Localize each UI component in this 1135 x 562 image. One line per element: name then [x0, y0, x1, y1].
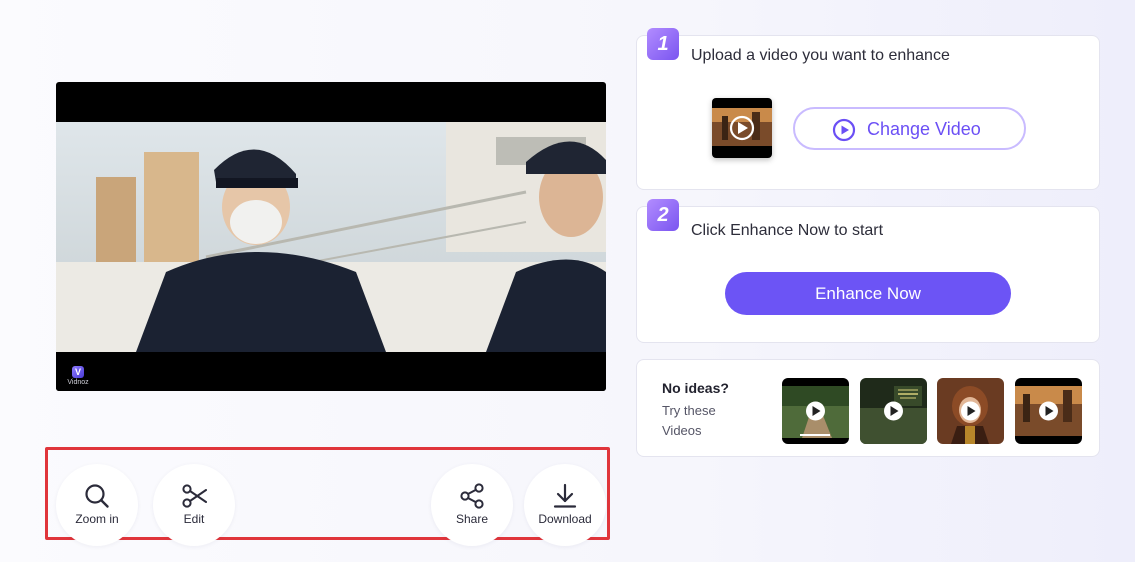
share-icon — [460, 483, 484, 509]
sample-video-1[interactable] — [782, 378, 849, 444]
try-these-videos-text: Try these Videos — [662, 403, 716, 438]
zoom-in-button[interactable]: Zoom in — [56, 464, 138, 546]
zoom-in-label: Zoom in — [75, 512, 119, 526]
uploaded-video-thumbnail[interactable] — [712, 98, 772, 158]
enhance-now-button[interactable]: Enhance Now — [725, 272, 1011, 315]
sample-video-4[interactable] — [1015, 378, 1082, 444]
no-ideas-title: No ideas? — [662, 380, 729, 396]
step-2-title: Click Enhance Now to start — [691, 222, 884, 239]
download-icon — [553, 483, 577, 508]
video-frame — [56, 122, 606, 391]
play-circle-icon — [832, 118, 856, 142]
video-preview[interactable]: V Vidnoz — [56, 82, 606, 391]
search-icon — [85, 484, 109, 508]
step-1-badge: 1 — [647, 28, 679, 60]
video-toolbar: Zoom in Edit Share Download — [45, 447, 610, 546]
edit-button[interactable]: Edit — [153, 464, 235, 546]
share-label: Share — [455, 512, 489, 526]
sample-video-3[interactable] — [937, 378, 1004, 444]
scissors-icon — [182, 484, 207, 508]
step-1-title: Upload a video you want to enhance — [691, 47, 950, 64]
change-video-label: Change Video — [867, 119, 981, 139]
download-label: Download — [538, 512, 592, 526]
watermark-text: Vidnoz — [67, 379, 89, 386]
share-button[interactable]: Share — [431, 464, 513, 546]
vidnoz-watermark: V Vidnoz — [63, 366, 93, 386]
sample-video-2[interactable] — [860, 378, 927, 444]
edit-label: Edit — [183, 512, 205, 526]
vidnoz-logo: V — [72, 366, 84, 378]
change-video-button[interactable]: Change Video — [793, 107, 1026, 150]
step-2-badge: 2 — [647, 199, 679, 231]
download-button[interactable]: Download — [524, 464, 606, 546]
